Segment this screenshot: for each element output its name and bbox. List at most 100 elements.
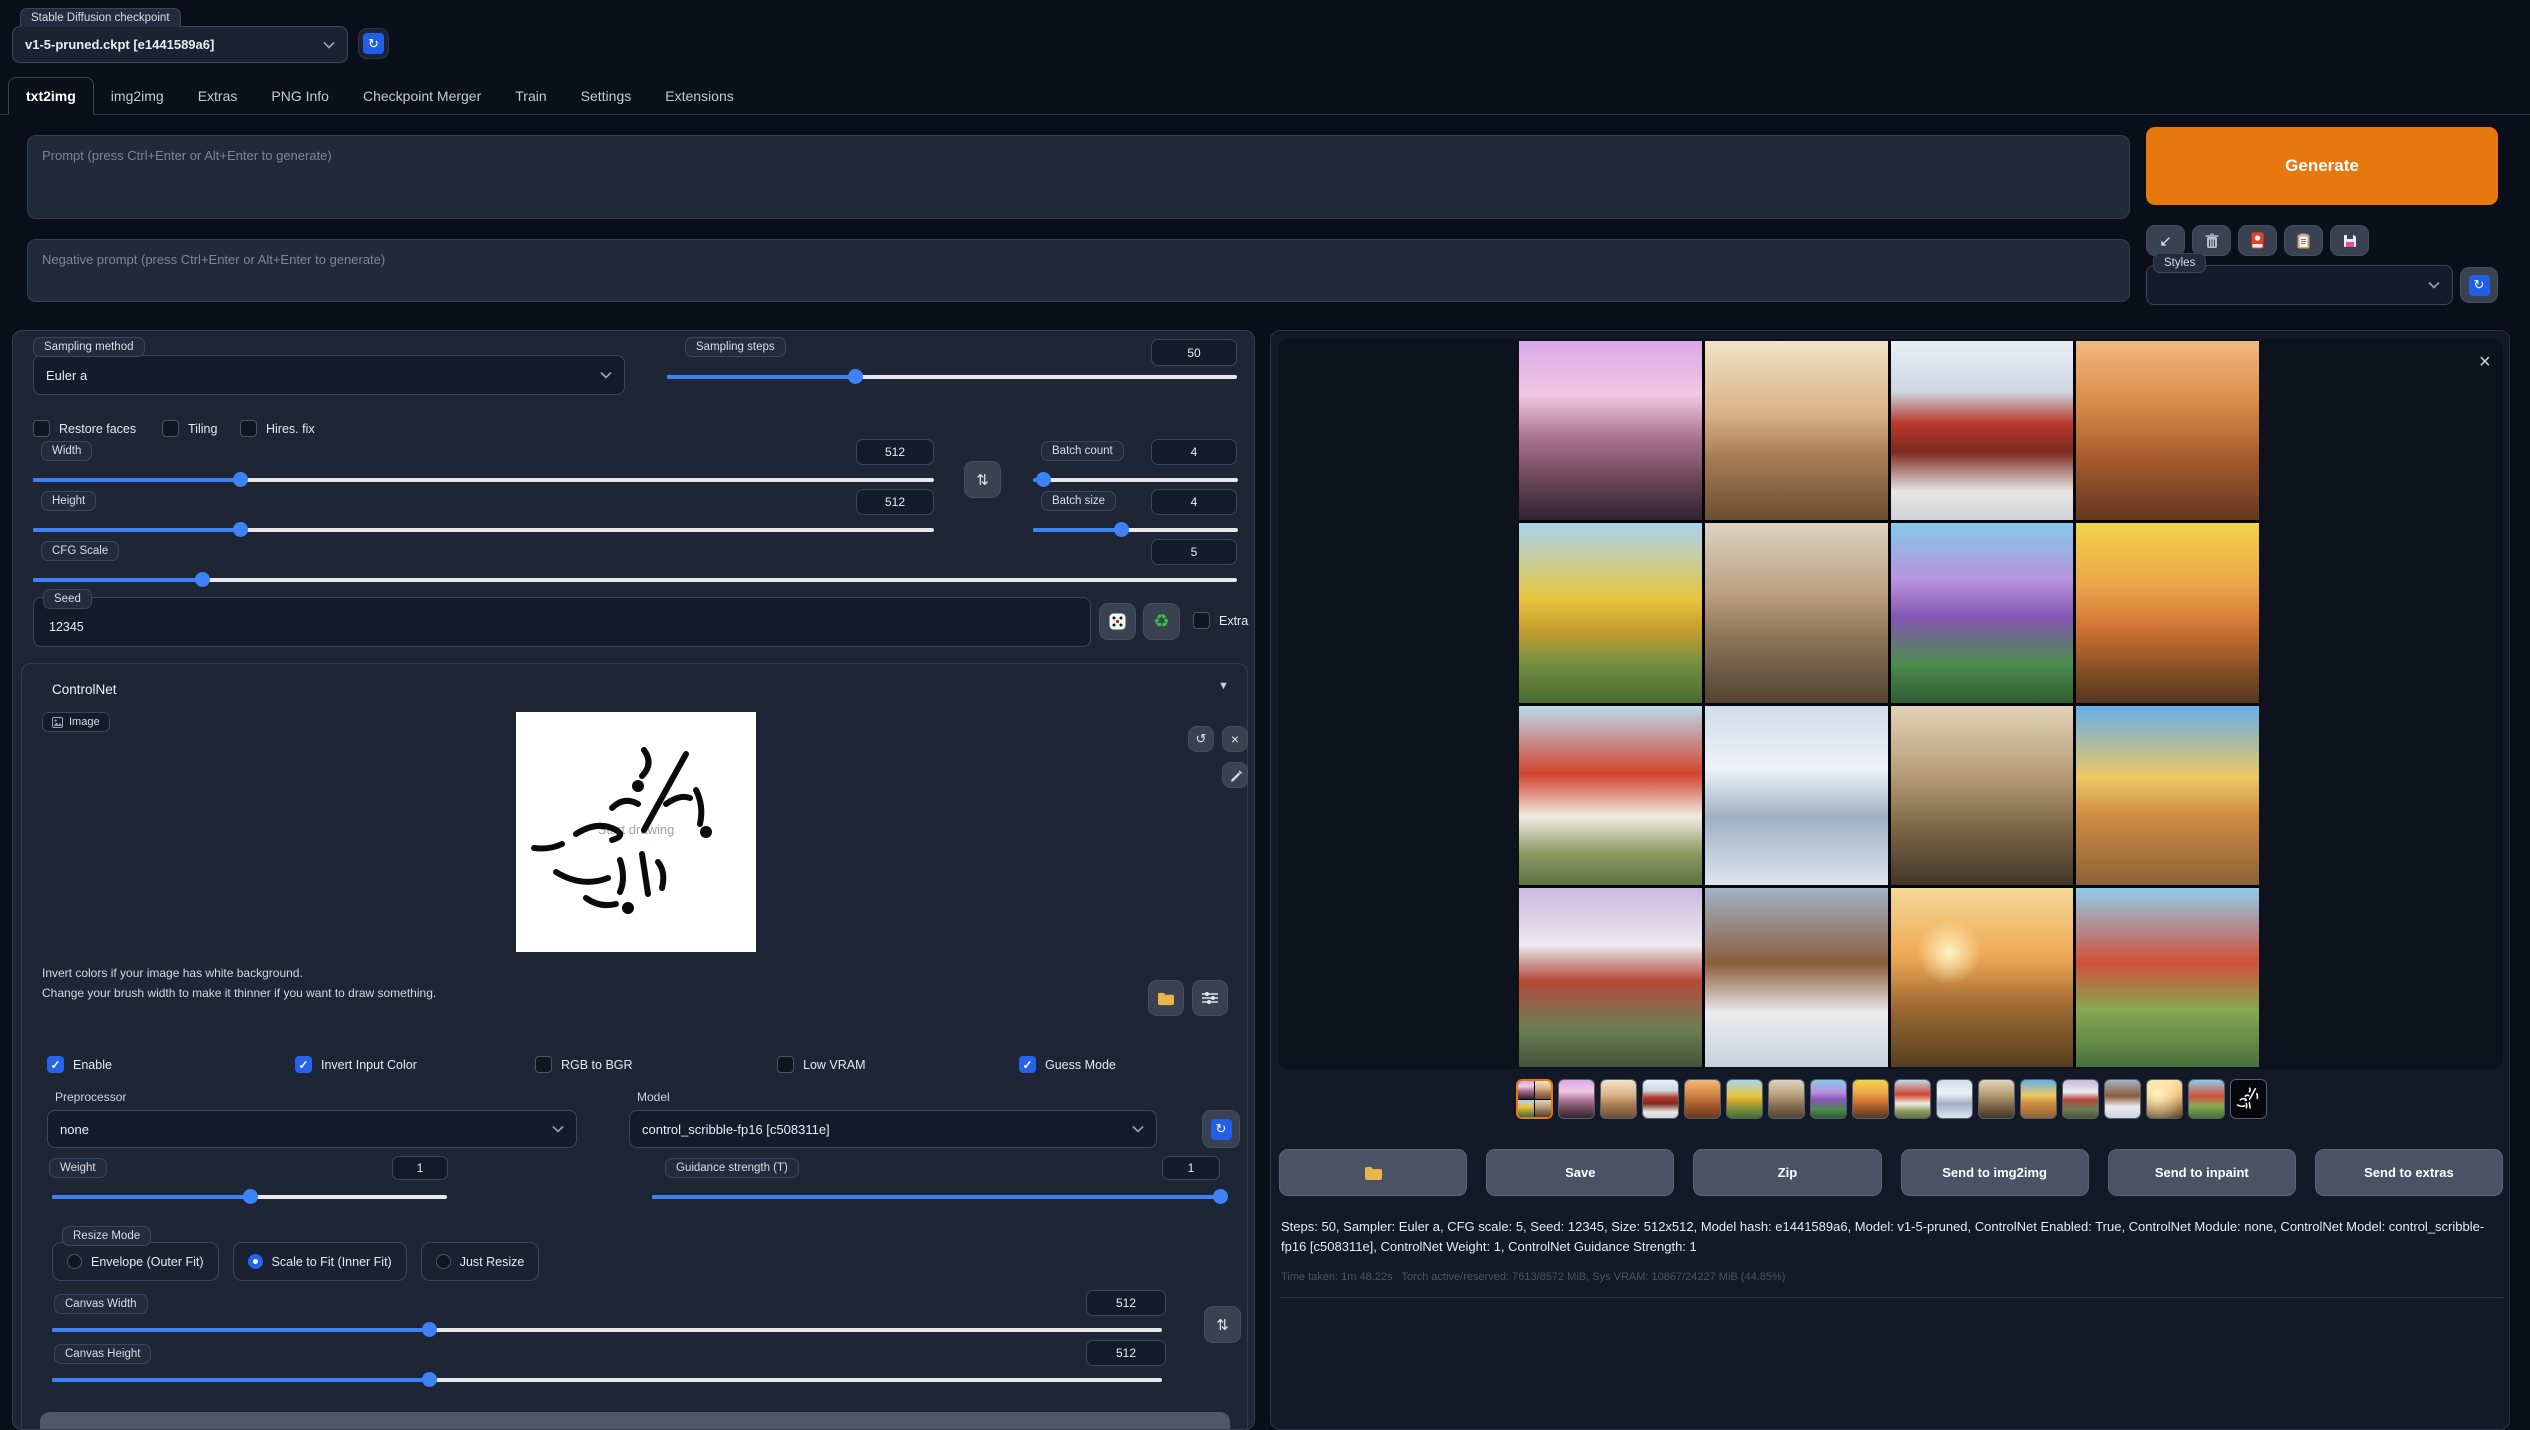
- generated-image[interactable]: [2076, 341, 2259, 520]
- canvas-height-slider[interactable]: [52, 1372, 1162, 1387]
- generated-image[interactable]: [2076, 706, 2259, 885]
- tab-settings[interactable]: Settings: [564, 78, 649, 114]
- resize-envelope-radio[interactable]: Envelope (Outer Fit): [52, 1242, 219, 1281]
- generated-image[interactable]: [1705, 523, 1888, 702]
- generated-image[interactable]: [1705, 706, 1888, 885]
- controlnet-model-dropdown[interactable]: control_scribble-fp16 [c508311e]: [629, 1110, 1157, 1148]
- open-canvas-folder-button[interactable]: [1148, 980, 1184, 1016]
- tab-img2img[interactable]: img2img: [94, 78, 181, 114]
- generated-image[interactable]: [1519, 706, 1702, 885]
- send-to-inpaint-button[interactable]: Send to inpaint: [2108, 1149, 2296, 1196]
- checkbox-box[interactable]: [777, 1056, 794, 1073]
- canvas-width-slider[interactable]: [52, 1322, 1162, 1337]
- restore-faces-checkbox[interactable]: Restore faces: [33, 420, 136, 437]
- save-style-button[interactable]: [2330, 225, 2369, 256]
- clear-prompt-button[interactable]: [2192, 225, 2231, 256]
- gallery-thumbnail-scribble[interactable]: [2230, 1079, 2267, 1119]
- generated-image[interactable]: [1705, 341, 1888, 520]
- extra-seed-checkbox[interactable]: Extra: [1193, 612, 1248, 629]
- styles-refresh-button[interactable]: ↻: [2460, 267, 2498, 303]
- resize-just-resize-radio[interactable]: Just Resize: [421, 1242, 540, 1281]
- open-output-folder-button[interactable]: [1279, 1149, 1467, 1196]
- generated-image[interactable]: [1891, 523, 2074, 702]
- gallery-thumbnail[interactable]: [1810, 1079, 1847, 1119]
- generated-image[interactable]: [1705, 888, 1888, 1067]
- canvas-undo-button[interactable]: ↺: [1188, 726, 1214, 752]
- hires-fix-checkbox[interactable]: Hires. fix: [240, 420, 315, 437]
- negative-prompt-input[interactable]: [27, 239, 2130, 302]
- tab-txt2img[interactable]: txt2img: [8, 77, 94, 115]
- weight-value[interactable]: 1: [392, 1156, 448, 1180]
- generated-image[interactable]: [1519, 523, 1702, 702]
- rgb-to-bgr-checkbox[interactable]: RGB to BGR: [535, 1056, 633, 1073]
- canvas-clear-button[interactable]: ×: [1222, 726, 1248, 752]
- controlnet-draw-canvas[interactable]: Start drawing: [516, 712, 756, 952]
- radio-dot[interactable]: [248, 1254, 263, 1269]
- batch-count-slider[interactable]: [1033, 472, 1238, 487]
- gallery-thumbnail[interactable]: [2104, 1079, 2141, 1119]
- checkpoint-dropdown[interactable]: v1-5-pruned.ckpt [e1441589a6]: [12, 26, 348, 63]
- generated-image[interactable]: [1519, 888, 1702, 1067]
- sampling-steps-slider[interactable]: [667, 369, 1237, 384]
- gallery-thumbnail[interactable]: [1642, 1079, 1679, 1119]
- guidance-strength-slider[interactable]: [652, 1189, 1220, 1204]
- gallery-thumbnail[interactable]: [1726, 1079, 1763, 1119]
- collapse-arrow-icon[interactable]: ▼: [1218, 680, 1229, 692]
- batch-size-slider[interactable]: [1033, 522, 1238, 537]
- radio-dot[interactable]: [436, 1254, 451, 1269]
- controlnet-image-tab[interactable]: Image: [42, 712, 110, 732]
- tab-extras[interactable]: Extras: [181, 78, 255, 114]
- save-button[interactable]: Save: [1486, 1149, 1674, 1196]
- reuse-seed-button[interactable]: ♻: [1143, 603, 1180, 640]
- tab-train[interactable]: Train: [498, 78, 563, 114]
- zip-button[interactable]: Zip: [1693, 1149, 1881, 1196]
- create-blank-canvas-button[interactable]: [40, 1412, 1230, 1430]
- random-seed-button[interactable]: [1099, 603, 1136, 640]
- low-vram-checkbox[interactable]: Low VRAM: [777, 1056, 866, 1073]
- checkpoint-refresh-button[interactable]: ↻: [358, 28, 389, 59]
- gallery-thumbnail[interactable]: [1684, 1079, 1721, 1119]
- checkbox-box[interactable]: [535, 1056, 552, 1073]
- checkbox-box[interactable]: [47, 1056, 64, 1073]
- resize-scale-to-fit-radio[interactable]: Scale to Fit (Inner Fit): [233, 1242, 407, 1281]
- generated-image[interactable]: [1891, 888, 2074, 1067]
- generated-image[interactable]: [2076, 888, 2259, 1067]
- sampling-method-dropdown[interactable]: Euler a: [33, 355, 625, 395]
- canvas-height-value[interactable]: 512: [1086, 1340, 1166, 1366]
- batch-count-value[interactable]: 4: [1151, 439, 1237, 465]
- gallery-thumbnail[interactable]: [1936, 1079, 1973, 1119]
- send-to-img2img-button[interactable]: Send to img2img: [1901, 1149, 2089, 1196]
- generate-button[interactable]: Generate: [2146, 127, 2498, 205]
- invert-input-color-checkbox[interactable]: Invert Input Color: [295, 1056, 417, 1073]
- guess-mode-checkbox[interactable]: Guess Mode: [1019, 1056, 1116, 1073]
- width-slider[interactable]: [33, 472, 934, 487]
- gallery-thumbnail[interactable]: [2146, 1079, 2183, 1119]
- generated-image[interactable]: [1519, 341, 1702, 520]
- height-slider[interactable]: [33, 522, 934, 537]
- generated-image[interactable]: [1891, 706, 2074, 885]
- width-value[interactable]: 512: [856, 439, 934, 465]
- tab-png-info[interactable]: PNG Info: [254, 78, 346, 114]
- canvas-width-value[interactable]: 512: [1086, 1290, 1166, 1316]
- canvas-adjust-button[interactable]: [1192, 980, 1228, 1016]
- gallery-thumbnail[interactable]: [1978, 1079, 2015, 1119]
- generated-image[interactable]: [2076, 523, 2259, 702]
- checkbox-box[interactable]: [33, 420, 50, 437]
- preprocessor-dropdown[interactable]: none: [47, 1110, 577, 1148]
- gallery-thumbnail[interactable]: [2020, 1079, 2057, 1119]
- gallery-thumbnail[interactable]: [2188, 1079, 2225, 1119]
- cfg-scale-slider[interactable]: [33, 572, 1237, 587]
- gallery-thumbnail-grid[interactable]: [1516, 1079, 1553, 1119]
- weight-slider[interactable]: [52, 1189, 447, 1204]
- sampling-steps-value[interactable]: 50: [1151, 339, 1237, 366]
- controlnet-model-refresh-button[interactable]: ↻: [1202, 1110, 1240, 1148]
- seed-input[interactable]: [47, 619, 351, 635]
- radio-dot[interactable]: [67, 1254, 82, 1269]
- checkbox-box[interactable]: [295, 1056, 312, 1073]
- generated-image[interactable]: [1891, 341, 2074, 520]
- gallery-thumbnail[interactable]: [1558, 1079, 1595, 1119]
- gallery-thumbnail[interactable]: [1852, 1079, 1889, 1119]
- cfg-scale-value[interactable]: 5: [1151, 539, 1237, 565]
- swap-width-height-button[interactable]: ⇅: [964, 461, 1001, 498]
- gallery-thumbnail[interactable]: [2062, 1079, 2099, 1119]
